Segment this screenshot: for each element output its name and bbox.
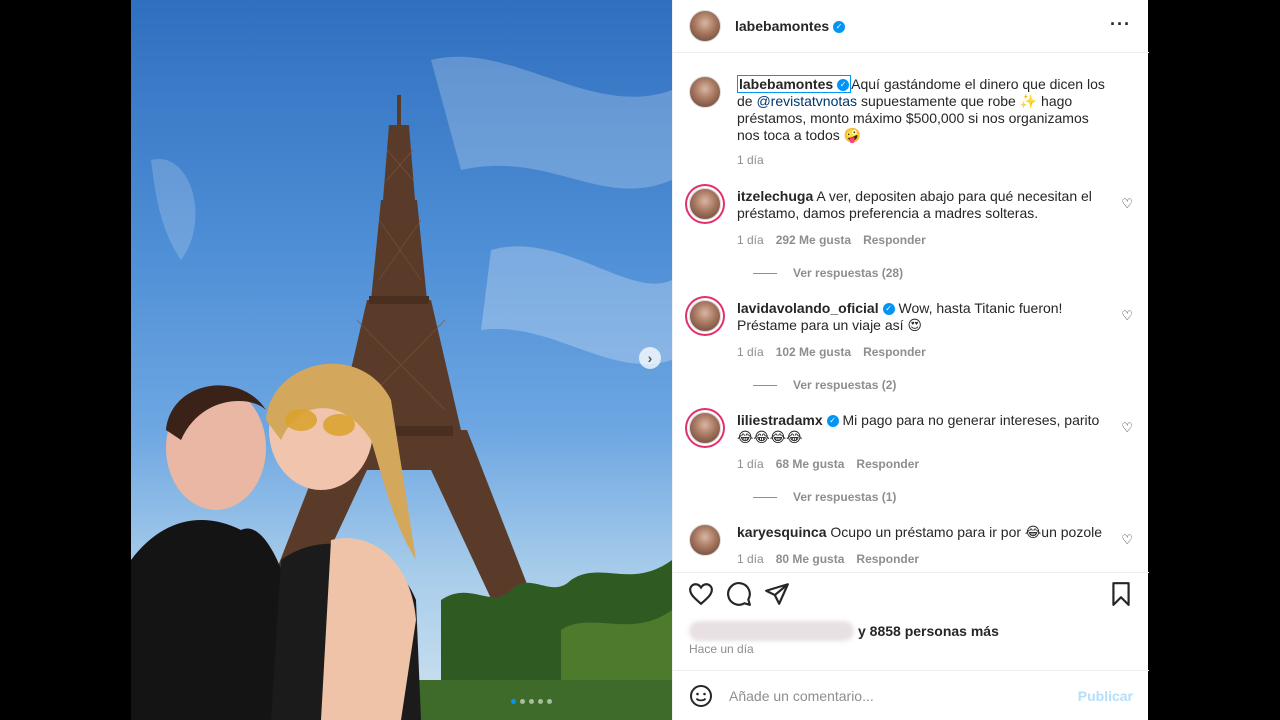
commenter-username-text: liliestradamx (737, 412, 823, 428)
eiffel-tower-photo (131, 56, 672, 720)
comment-likes[interactable]: 102 Me gusta (776, 345, 851, 359)
save-bookmark-icon[interactable] (1108, 581, 1134, 607)
commenter-username[interactable]: itzelechuga (737, 188, 813, 204)
like-heart-icon[interactable] (688, 581, 714, 607)
reply-button[interactable]: Responder (856, 552, 919, 566)
mention-link[interactable]: @revistatvnotas (756, 93, 857, 109)
author-username[interactable]: labebamontes ✓ (735, 18, 846, 34)
comment-time[interactable]: 1 día (737, 233, 764, 247)
author-avatar[interactable] (689, 10, 721, 42)
commenter-avatar[interactable] (689, 412, 721, 444)
caption-text: labebamontes ✓ Aquí gastándome el dinero q… (737, 75, 1115, 144)
author-username-text: labebamontes (735, 18, 830, 34)
comments-list[interactable]: labebamontes ✓ Aquí gastándome el dinero q… (673, 54, 1149, 572)
commenter-avatar[interactable] (689, 300, 721, 332)
comment-like-heart-icon[interactable]: ♡ (1121, 308, 1133, 324)
verified-badge-icon: ✓ (826, 415, 839, 428)
carousel-dots (511, 699, 552, 704)
next-slide-button[interactable]: › (639, 347, 661, 369)
caption-username[interactable]: labebamontes ✓ (737, 75, 852, 93)
caption-time[interactable]: 1 día (737, 153, 764, 167)
comment-like-heart-icon[interactable]: ♡ (1121, 420, 1133, 436)
likes-summary[interactable]: y 8858 personas más (689, 621, 999, 641)
view-replies-button[interactable]: Ver respuestas (1) (753, 490, 896, 504)
publish-button[interactable]: Publicar (1078, 688, 1133, 704)
carousel-dot[interactable] (538, 699, 543, 704)
more-options-icon[interactable]: ··· (1110, 14, 1131, 35)
view-replies-label: Ver respuestas (28) (793, 266, 904, 280)
comment-meta: 1 día 68 Me gusta Responder (737, 457, 919, 471)
comment-like-heart-icon[interactable]: ♡ (1121, 196, 1133, 212)
comment-meta: 1 día 292 Me gusta Responder (737, 233, 926, 247)
post-header: labebamontes ✓ ··· (673, 0, 1149, 53)
commenter-avatar[interactable] (689, 524, 721, 556)
comment-input[interactable] (729, 687, 1078, 704)
commenter-username[interactable]: karyesquinca (737, 524, 827, 540)
verified-badge-icon: ✓ (837, 79, 850, 92)
commenter-username[interactable]: lavidavolando_oficial ✓ (737, 300, 895, 316)
commenter-avatar[interactable] (689, 188, 721, 220)
caption-meta: 1 día (737, 153, 764, 167)
add-comment-bar: Publicar (673, 670, 1149, 720)
blurred-liker-names (689, 621, 854, 641)
comment-text: lavidavolando_oficial ✓ Wow, hasta Titani… (737, 300, 1115, 334)
comment-likes[interactable]: 292 Me gusta (776, 233, 851, 247)
verified-badge-icon: ✓ (833, 21, 846, 34)
reply-button[interactable]: Responder (856, 457, 919, 471)
post-photo (131, 0, 672, 720)
comment-like-heart-icon[interactable]: ♡ (1121, 532, 1133, 548)
caption-avatar[interactable] (689, 76, 721, 108)
chevron-right-icon: › (647, 350, 653, 366)
caption-username-text: labebamontes (739, 76, 834, 92)
commenter-username[interactable]: liliestradamx ✓ (737, 412, 839, 428)
carousel-dot[interactable] (547, 699, 552, 704)
view-replies-button[interactable]: Ver respuestas (28) (753, 266, 903, 280)
view-replies-label: Ver respuestas (2) (793, 378, 897, 392)
share-paper-plane-icon[interactable] (764, 581, 790, 607)
emoji-smiley-icon[interactable] (689, 684, 713, 708)
carousel-dot[interactable] (520, 699, 525, 704)
post-details-panel: labebamontes ✓ ··· labebamontes ✓ Aquí gast… (672, 0, 1149, 720)
comment-meta: 1 día 80 Me gusta Responder (737, 552, 919, 566)
view-replies-label: Ver respuestas (1) (793, 490, 897, 504)
comment-text: karyesquinca Ocupo un préstamo para ir p… (737, 524, 1115, 541)
post-actions-bar (673, 572, 1149, 620)
carousel-dot[interactable] (511, 699, 516, 704)
post-date[interactable]: Hace un día (689, 642, 754, 656)
view-replies-button[interactable]: Ver respuestas (2) (753, 378, 896, 392)
comment-time[interactable]: 1 día (737, 457, 764, 471)
comment-time[interactable]: 1 día (737, 552, 764, 566)
comment-likes[interactable]: 80 Me gusta (776, 552, 845, 566)
comment-text: itzelechuga A ver, depositen abajo para … (737, 188, 1115, 222)
comment-time[interactable]: 1 día (737, 345, 764, 359)
likes-count-text: y 8858 personas más (858, 623, 999, 639)
verified-badge-icon: ✓ (882, 303, 895, 316)
commenter-username-text: lavidavolando_oficial (737, 300, 879, 316)
carousel-dot[interactable] (529, 699, 534, 704)
comment-meta: 1 día 102 Me gusta Responder (737, 345, 926, 359)
reply-button[interactable]: Responder (863, 345, 926, 359)
comment-likes[interactable]: 68 Me gusta (776, 457, 845, 471)
comment-text: liliestradamx ✓ Mi pago para no generar i… (737, 412, 1115, 446)
reply-button[interactable]: Responder (863, 233, 926, 247)
comment-icon[interactable] (726, 581, 752, 607)
comment-body: Ocupo un préstamo para ir por 😂un pozole (830, 524, 1103, 540)
